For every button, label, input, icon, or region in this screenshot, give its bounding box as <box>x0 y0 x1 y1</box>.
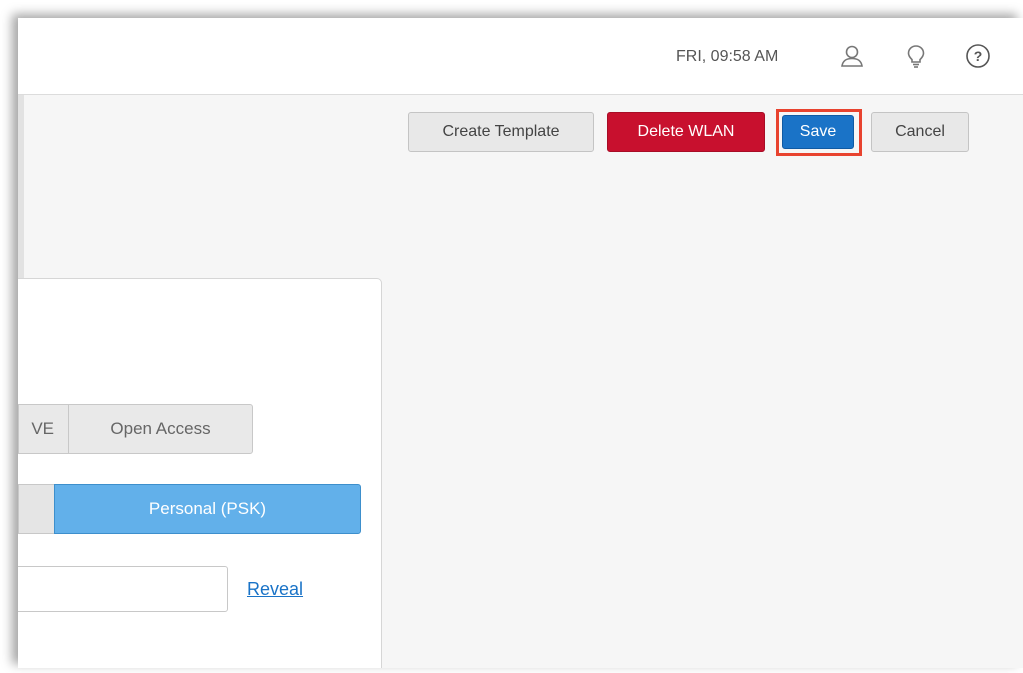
passphrase-input[interactable] <box>18 566 228 612</box>
save-button[interactable]: Save <box>782 115 854 149</box>
top-header: FRI, 09:58 AM ? <box>18 18 1023 95</box>
screen: FRI, 09:58 AM ? Create Template Delete W… <box>0 0 1023 673</box>
key-management-segmented: Personal (PSK) <box>18 484 361 534</box>
cancel-button[interactable]: Cancel <box>871 112 969 152</box>
create-template-button[interactable]: Create Template <box>408 112 594 152</box>
datetime-text: FRI, 09:58 AM <box>676 48 779 65</box>
segment-owe[interactable]: VE <box>18 404 68 454</box>
help-icon[interactable]: ? <box>962 40 994 72</box>
svg-text:?: ? <box>974 48 983 64</box>
security-type-segmented: VE Open Access <box>18 404 253 454</box>
app-window: FRI, 09:58 AM ? Create Template Delete W… <box>18 18 1023 668</box>
reveal-link[interactable]: Reveal <box>247 579 303 600</box>
delete-wlan-button[interactable]: Delete WLAN <box>607 112 765 152</box>
user-icon[interactable] <box>836 40 868 72</box>
segment-enterprise[interactable] <box>18 484 54 534</box>
segment-personal-psk[interactable]: Personal (PSK) <box>54 484 361 534</box>
segment-open-access[interactable]: Open Access <box>68 404 253 454</box>
lightbulb-icon[interactable] <box>900 40 932 72</box>
